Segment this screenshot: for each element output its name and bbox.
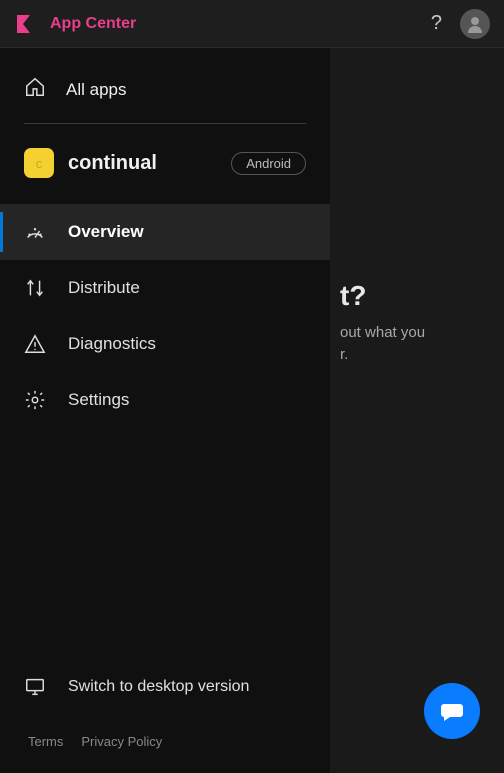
sidebar: All apps c continual Android Overview Di… [0,48,330,773]
warning-icon [24,333,46,355]
footer-links: Terms Privacy Policy [0,714,330,773]
appcenter-logo-icon [14,11,40,37]
platform-pill: Android [231,152,306,175]
nav-settings[interactable]: Settings [0,372,330,428]
content-heading: t? [340,280,366,312]
nav-distribute[interactable]: Distribute [0,260,330,316]
distribute-icon [24,277,46,299]
nav-overview[interactable]: Overview [0,204,330,260]
app-name: continual [68,152,231,175]
chat-icon [438,697,466,725]
footer-terms[interactable]: Terms [28,734,63,749]
content-sub-line2: r. [340,346,348,363]
brand-title: App Center [50,15,136,33]
content-sub-line1: out what you [340,324,425,341]
chat-fab[interactable] [424,683,480,739]
current-app-row[interactable]: c continual Android [0,124,330,198]
user-avatar[interactable] [460,9,490,39]
switch-desktop-label: Switch to desktop version [68,678,249,696]
nav-settings-label: Settings [68,390,129,410]
home-icon [24,76,46,103]
switch-desktop[interactable]: Switch to desktop version [0,660,330,714]
gauge-icon [24,221,46,243]
nav-overview-label: Overview [68,222,144,242]
nav-diagnostics-label: Diagnostics [68,334,156,354]
help-icon[interactable]: ? [431,12,442,35]
all-apps-label: All apps [66,80,126,100]
nav-section: Overview Distribute Diagnostics Settings [0,204,330,428]
footer-privacy[interactable]: Privacy Policy [81,734,162,749]
nav-diagnostics[interactable]: Diagnostics [0,316,330,372]
app-badge: c [24,148,54,178]
gear-icon [24,389,46,411]
nav-distribute-label: Distribute [68,278,140,298]
app-header: App Center ? [0,0,504,48]
nav-all-apps[interactable]: All apps [0,48,330,123]
desktop-icon [24,676,46,698]
